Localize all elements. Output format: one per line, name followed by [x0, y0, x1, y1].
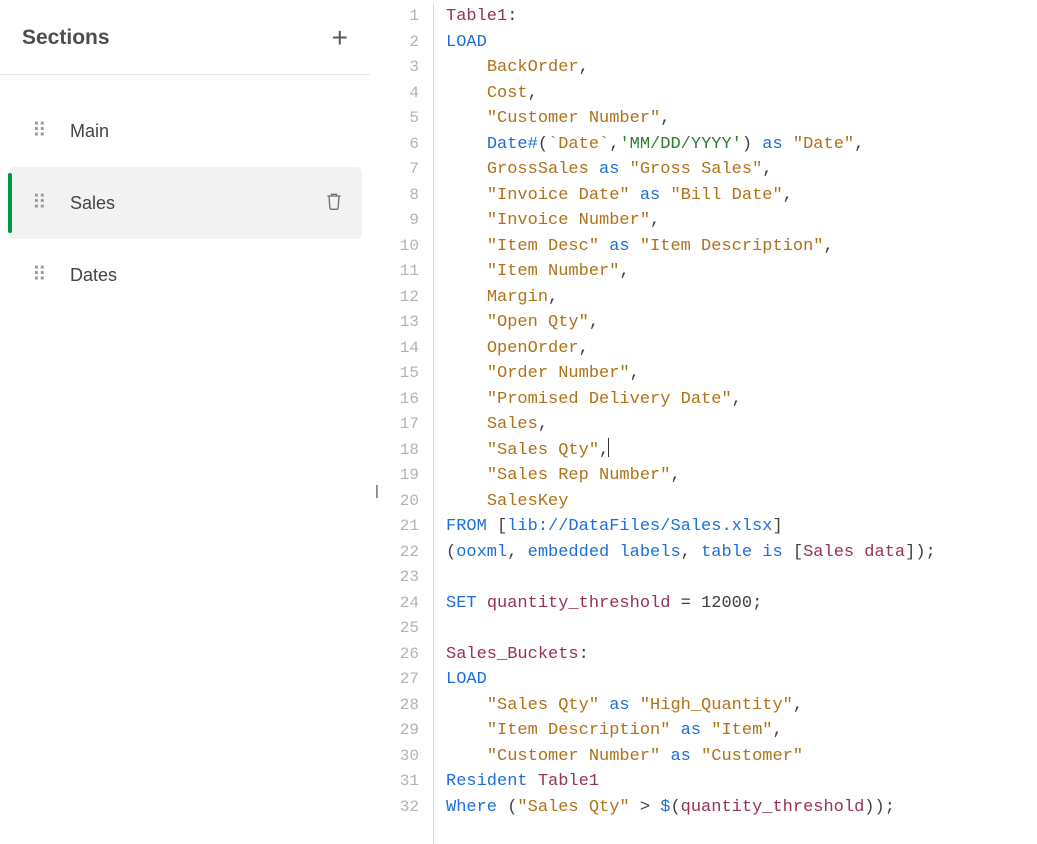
code-line[interactable]: "Invoice Number", [446, 208, 936, 234]
code-line[interactable]: SET quantity_threshold = 12000; [446, 591, 936, 617]
sidebar-collapse-handle[interactable]: || [375, 482, 376, 498]
code-line[interactable]: "Promised Delivery Date", [446, 387, 936, 413]
text-cursor [608, 438, 609, 457]
line-number: 14 [370, 336, 419, 362]
line-number: 2 [370, 30, 419, 56]
sections-sidebar: Sections + Main Sales Dat [0, 0, 370, 844]
code-line[interactable] [446, 616, 936, 642]
line-number: 12 [370, 285, 419, 311]
script-editor[interactable]: 1234567891011121314151617181920212223242… [370, 0, 1037, 844]
code-line[interactable]: SalesKey [446, 489, 936, 515]
line-number: 7 [370, 157, 419, 183]
sidebar-header: Sections + [0, 0, 370, 75]
code-line[interactable]: OpenOrder, [446, 336, 936, 362]
section-label: Sales [70, 193, 115, 214]
line-number: 28 [370, 693, 419, 719]
line-number-gutter: 1234567891011121314151617181920212223242… [370, 4, 434, 844]
drag-handle-icon[interactable] [32, 198, 44, 208]
code-line[interactable]: Margin, [446, 285, 936, 311]
code-line[interactable]: BackOrder, [446, 55, 936, 81]
code-line[interactable]: FROM [lib://DataFiles/Sales.xlsx] [446, 514, 936, 540]
drag-handle-icon[interactable] [32, 126, 44, 136]
line-number: 13 [370, 310, 419, 336]
app-root: Sections + Main Sales Dat [0, 0, 1037, 844]
code-line[interactable] [446, 565, 936, 591]
line-number: 19 [370, 463, 419, 489]
code-line[interactable]: "Customer Number" as "Customer" [446, 744, 936, 770]
line-number: 8 [370, 183, 419, 209]
code-line[interactable]: LOAD [446, 667, 936, 693]
line-number: 17 [370, 412, 419, 438]
line-number: 18 [370, 438, 419, 464]
code-line[interactable]: Sales, [446, 412, 936, 438]
code-line[interactable]: Table1: [446, 4, 936, 30]
line-number: 15 [370, 361, 419, 387]
line-number: 1 [370, 4, 419, 30]
sections-list: Main Sales Dates [0, 75, 370, 311]
line-number: 23 [370, 565, 419, 591]
line-number: 25 [370, 616, 419, 642]
add-section-button[interactable]: + [332, 28, 348, 48]
line-number: 30 [370, 744, 419, 770]
drag-handle-icon[interactable] [32, 270, 44, 280]
code-line[interactable]: Cost, [446, 81, 936, 107]
code-line[interactable]: Date#(`Date`,'MM/DD/YYYY') as "Date", [446, 132, 936, 158]
code-line[interactable]: "Item Number", [446, 259, 936, 285]
line-number: 29 [370, 718, 419, 744]
trash-icon [324, 190, 344, 212]
section-label: Dates [70, 265, 117, 286]
code-line[interactable]: GrossSales as "Gross Sales", [446, 157, 936, 183]
line-number: 9 [370, 208, 419, 234]
line-number: 11 [370, 259, 419, 285]
code-line[interactable]: "Item Desc" as "Item Description", [446, 234, 936, 260]
code-line[interactable]: "Open Qty", [446, 310, 936, 336]
line-number: 21 [370, 514, 419, 540]
line-number: 26 [370, 642, 419, 668]
line-number: 31 [370, 769, 419, 795]
code-line[interactable]: "Invoice Date" as "Bill Date", [446, 183, 936, 209]
line-number: 22 [370, 540, 419, 566]
line-number: 27 [370, 667, 419, 693]
code-line[interactable]: "Item Description" as "Item", [446, 718, 936, 744]
code-area[interactable]: Table1:LOAD BackOrder, Cost, "Customer N… [434, 4, 936, 844]
line-number: 20 [370, 489, 419, 515]
code-line[interactable]: LOAD [446, 30, 936, 56]
section-item-sales[interactable]: Sales [8, 167, 362, 239]
line-number: 16 [370, 387, 419, 413]
code-line[interactable]: (ooxml, embedded labels, table is [Sales… [446, 540, 936, 566]
line-number: 24 [370, 591, 419, 617]
code-line[interactable]: Resident Table1 [446, 769, 936, 795]
sidebar-title: Sections [22, 26, 110, 50]
line-number: 4 [370, 81, 419, 107]
code-line[interactable]: "Sales Qty", [446, 438, 936, 464]
plus-icon: + [332, 22, 348, 53]
code-line[interactable]: "Sales Qty" as "High_Quantity", [446, 693, 936, 719]
code-line[interactable]: "Order Number", [446, 361, 936, 387]
code-line[interactable]: "Sales Rep Number", [446, 463, 936, 489]
line-number: 10 [370, 234, 419, 260]
code-line[interactable]: Where ("Sales Qty" > $(quantity_threshol… [446, 795, 936, 821]
code-line[interactable]: Sales_Buckets: [446, 642, 936, 668]
section-label: Main [70, 121, 109, 142]
code-line[interactable]: "Customer Number", [446, 106, 936, 132]
section-item-dates[interactable]: Dates [8, 239, 362, 311]
line-number: 5 [370, 106, 419, 132]
delete-section-button[interactable] [324, 190, 344, 217]
line-number: 3 [370, 55, 419, 81]
section-item-main[interactable]: Main [8, 95, 362, 167]
line-number: 32 [370, 795, 419, 821]
line-number: 6 [370, 132, 419, 158]
